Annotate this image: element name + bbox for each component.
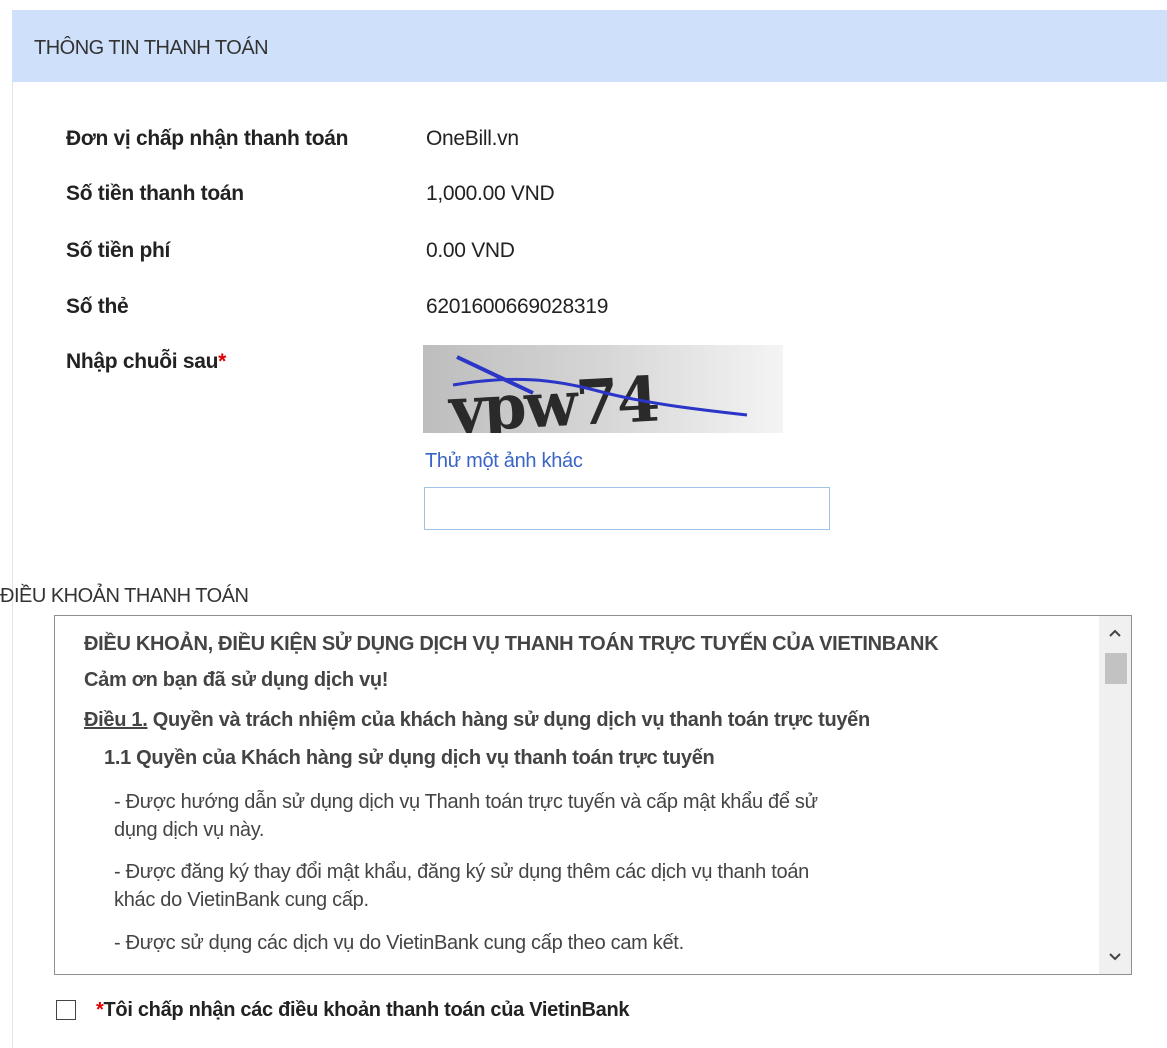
section-1-1-heading: 1.1 Quyền của Khách hàng sử dụng dịch vụ… xyxy=(104,747,715,769)
term-item-1-line1: - Được hướng dẫn sử dụng dịch vụ Thanh t… xyxy=(114,791,818,813)
term-item-2-line1: - Được đăng ký thay đổi mật khẩu, đăng k… xyxy=(114,861,809,883)
fee-label: Số tiền phí xyxy=(66,239,171,262)
term-item-1-line2: dụng dịch vụ này. xyxy=(114,819,265,841)
scroll-thumb[interactable] xyxy=(1105,653,1127,684)
terms-heading: ĐIỀU KHOẢN, ĐIỀU KIỆN SỬ DỤNG DỊCH VỤ TH… xyxy=(84,633,939,655)
payment-info-title: THÔNG TIN THANH TOÁN xyxy=(34,37,269,59)
term-item-2-line2: khác do VietinBank cung cấp. xyxy=(114,889,369,911)
terms-scrollbar[interactable] xyxy=(1099,616,1131,974)
required-asterisk: * xyxy=(218,350,227,373)
payment-info-header: THÔNG TIN THANH TOÁN xyxy=(12,10,1167,82)
article-1-heading: Điều 1. Quyền và trách nhiệm của khách h… xyxy=(84,709,870,732)
accept-terms-label[interactable]: *Tôi chấp nhận các điều khoản thanh toán… xyxy=(96,999,630,1022)
article-1-prefix: Điều 1. xyxy=(84,709,148,731)
accept-terms-checkbox[interactable] xyxy=(56,1000,76,1020)
captcha-label: Nhập chuỗi sau xyxy=(66,350,219,373)
scroll-down-icon[interactable] xyxy=(1099,942,1131,972)
term-item-3-line1: - Được sử dụng các dịch vụ do VietinBank… xyxy=(114,932,684,954)
captcha-image: ypw74 xyxy=(423,345,783,433)
article-1-title: Quyền và trách nhiệm của khách hàng sử d… xyxy=(147,709,871,731)
terms-section-title: ĐIỀU KHOẢN THANH TOÁN xyxy=(0,585,249,607)
merchant-value: OneBill.vn xyxy=(426,127,519,150)
amount-value: 1,000.00 VND xyxy=(426,182,555,205)
amount-label: Số tiền thanh toán xyxy=(66,182,244,205)
card-value: 6201600669028319 xyxy=(426,295,609,318)
fee-value: 0.00 VND xyxy=(426,239,515,262)
left-divider xyxy=(12,82,13,1048)
captcha-label-wrap: Nhập chuỗi sau* xyxy=(66,350,226,374)
captcha-input[interactable] xyxy=(424,487,830,530)
terms-content: ĐIỀU KHOẢN, ĐIỀU KIỆN SỬ DỤNG DỊCH VỤ TH… xyxy=(55,616,1095,974)
accept-terms-text: Tôi chấp nhận các điều khoản thanh toán … xyxy=(103,999,630,1021)
merchant-label: Đơn vị chấp nhận thanh toán xyxy=(66,127,349,150)
scroll-up-icon[interactable] xyxy=(1099,618,1131,648)
retry-captcha-link[interactable]: Thử một ảnh khác xyxy=(425,450,583,473)
terms-scroll-box[interactable]: ĐIỀU KHOẢN, ĐIỀU KIỆN SỬ DỤNG DỊCH VỤ TH… xyxy=(54,615,1132,975)
payment-page: THÔNG TIN THANH TOÁN Đơn vị chấp nhận th… xyxy=(0,0,1167,1048)
terms-thanks: Cảm ơn bạn đã sử dụng dịch vụ! xyxy=(84,669,389,691)
card-label: Số thẻ xyxy=(66,295,129,318)
